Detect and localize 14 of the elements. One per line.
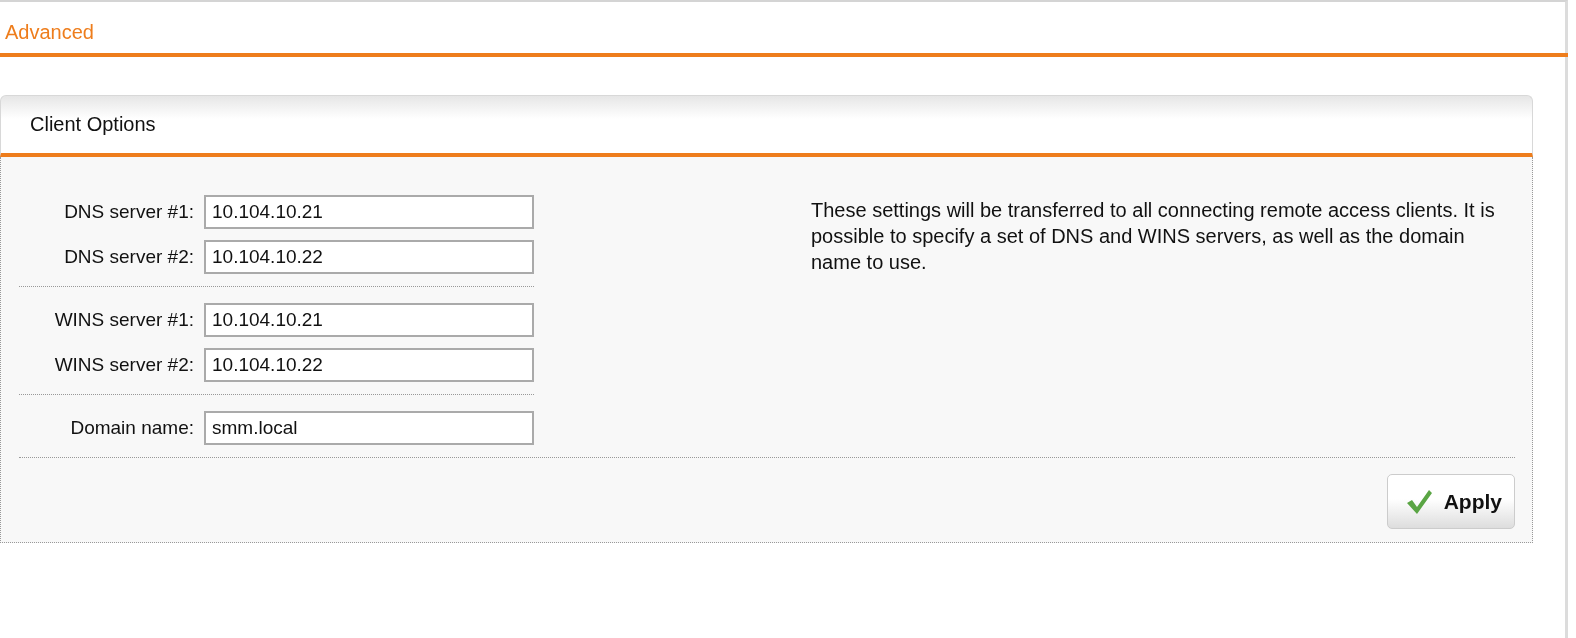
field-label: Domain name: (69, 417, 195, 439)
text-field[interactable]: 10.104.10.21 (204, 195, 534, 229)
description-text: These settings will be transferred to all connecting remote access clients. It is possible to specify a set of DNS and WINS servers, as well as the domain name to use. (811, 198, 1496, 275)
text-field[interactable]: smm.local (204, 411, 534, 445)
apply-button[interactable]: Apply (1386, 474, 1515, 529)
text-field[interactable]: 10.104.10.22 (204, 348, 534, 382)
panel-title: Client Options (30, 113, 156, 136)
field-label: WINS server #1: (53, 309, 195, 331)
text-field[interactable]: 10.104.10.21 (204, 303, 534, 337)
field-label: DNS server #2: (63, 246, 195, 268)
field-label: DNS server #1: (63, 201, 195, 223)
page-title: Advanced (5, 20, 94, 44)
field-label: WINS server #2: (53, 354, 195, 376)
text-field[interactable]: 10.104.10.22 (204, 240, 534, 274)
